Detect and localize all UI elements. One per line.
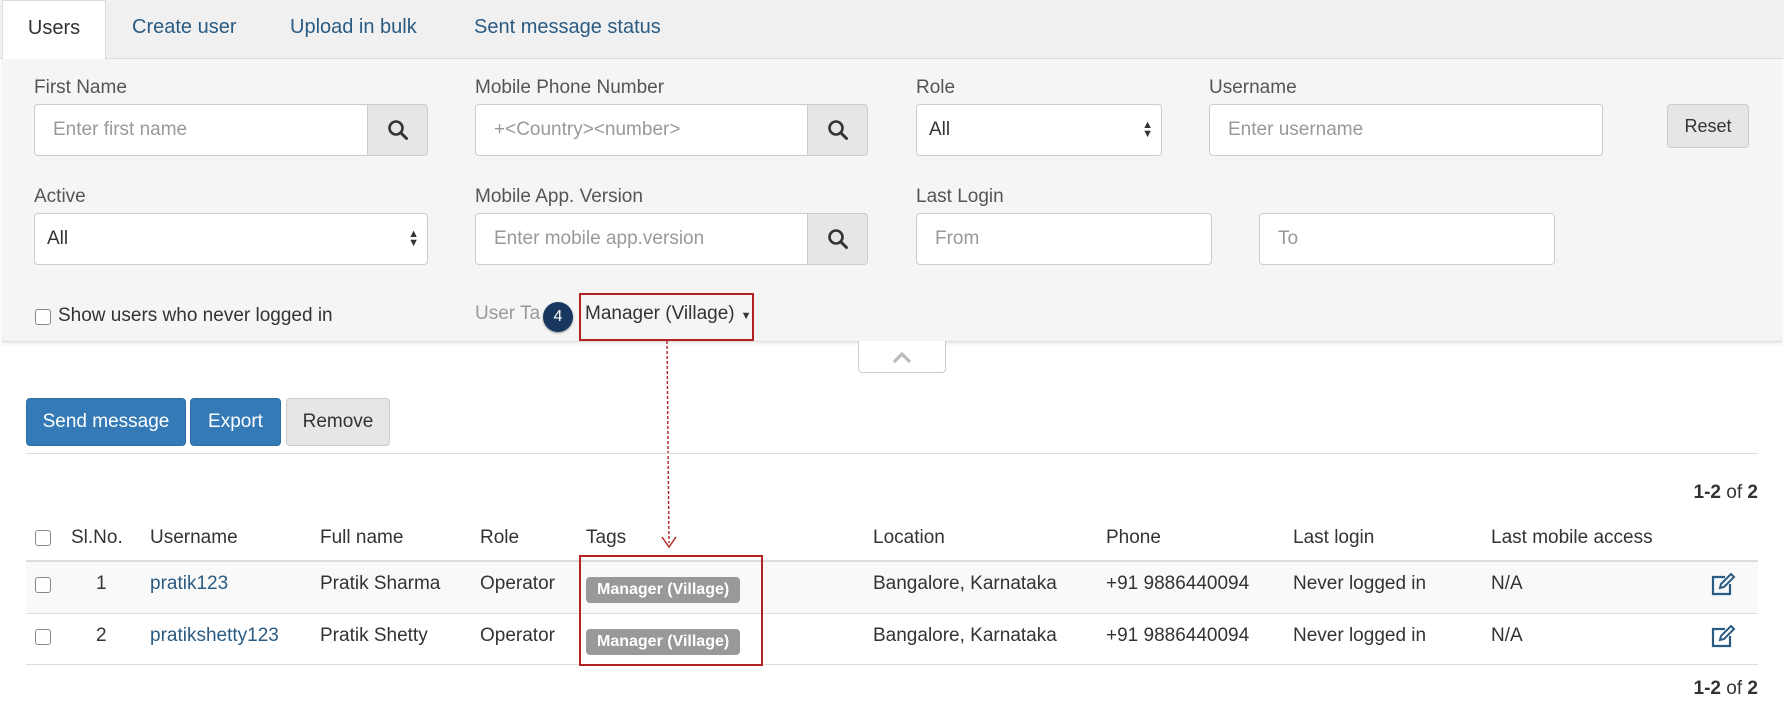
search-icon bbox=[387, 120, 408, 140]
pagination-total: 2 bbox=[1747, 678, 1758, 699]
col-role[interactable]: Role bbox=[480, 527, 519, 549]
first-name-input[interactable]: Enter first name bbox=[34, 104, 368, 156]
row-role: Operator bbox=[480, 573, 555, 594]
col-phone[interactable]: Phone bbox=[1106, 527, 1161, 549]
row-username-link[interactable]: pratikshetty123 bbox=[150, 625, 279, 647]
last-login-from-input[interactable]: From bbox=[916, 213, 1212, 265]
row-checkbox[interactable] bbox=[35, 577, 51, 593]
filter-panel bbox=[2, 59, 1782, 342]
username-input[interactable]: Enter username bbox=[1209, 104, 1603, 156]
first-name-group: Enter first name bbox=[34, 104, 428, 156]
reset-button[interactable]: Reset bbox=[1667, 104, 1749, 148]
mobile-phone-group: +<Country><number> bbox=[475, 104, 868, 156]
toolbar-divider bbox=[26, 453, 1758, 454]
pagination-range: 1-2 bbox=[1693, 482, 1721, 503]
tab-bar bbox=[0, 0, 1784, 59]
row-role: Operator bbox=[480, 625, 555, 646]
user-tag-dropdown[interactable]: Manager (Village) ▼ bbox=[585, 303, 752, 325]
mobile-app-version-input[interactable]: Enter mobile app.version bbox=[475, 213, 808, 265]
edit-icon[interactable] bbox=[1710, 573, 1736, 597]
row-full-name: Pratik Sharma bbox=[320, 573, 441, 594]
col-slno: Sl.No. bbox=[71, 527, 123, 548]
col-username[interactable]: Username bbox=[150, 527, 238, 549]
col-last-mobile-access[interactable]: Last mobile access bbox=[1491, 527, 1653, 549]
send-message-button[interactable]: Send message bbox=[26, 398, 186, 446]
mobile-phone-search-button[interactable] bbox=[808, 104, 868, 156]
pagination-total: 2 bbox=[1747, 482, 1758, 503]
mobile-app-version-group: Enter mobile app.version bbox=[475, 213, 868, 265]
role-select[interactable]: All ▲ ▼ bbox=[916, 104, 1162, 156]
mobile-phone-label: Mobile Phone Number bbox=[475, 77, 665, 98]
row-last-login: Never logged in bbox=[1293, 573, 1427, 594]
col-full-name[interactable]: Full name bbox=[320, 527, 403, 549]
tab-upload-in-bulk[interactable]: Upload in bulk bbox=[290, 0, 417, 58]
role-label: Role bbox=[916, 77, 956, 98]
first-name-search-button[interactable] bbox=[368, 104, 428, 156]
pagination-of: of bbox=[1726, 678, 1743, 699]
tab-create-user[interactable]: Create user bbox=[132, 0, 237, 58]
select-all-checkbox[interactable] bbox=[35, 530, 51, 546]
pagination-range: 1-2 bbox=[1693, 678, 1721, 699]
username-label: Username bbox=[1209, 77, 1297, 98]
row-divider bbox=[26, 613, 1758, 614]
select-arrows-icon: ▲ ▼ bbox=[1142, 119, 1153, 140]
row-slno: 2 bbox=[96, 625, 107, 646]
tab-sent-message-status[interactable]: Sent message status bbox=[474, 0, 661, 58]
row-location: Bangalore, Karnataka bbox=[873, 625, 1057, 646]
row-location: Bangalore, Karnataka bbox=[873, 573, 1057, 594]
col-location[interactable]: Location bbox=[873, 527, 945, 549]
chevron-up-icon bbox=[892, 351, 912, 363]
row-phone: +91 9886440094 bbox=[1106, 625, 1250, 646]
last-login-label: Last Login bbox=[916, 186, 1004, 207]
never-logged-in-label: Show users who never logged in bbox=[58, 305, 333, 326]
col-last-login[interactable]: Last login bbox=[1293, 527, 1374, 549]
select-arrows-icon: ▲ ▼ bbox=[408, 228, 419, 249]
tags-column-callout-highlight bbox=[579, 555, 763, 666]
remove-button[interactable]: Remove bbox=[286, 398, 390, 446]
active-label: Active bbox=[34, 186, 86, 207]
caret-down-icon: ▼ bbox=[740, 310, 752, 322]
row-phone: +91 9886440094 bbox=[1106, 573, 1250, 594]
user-tag-dropdown-value: Manager (Village) bbox=[585, 303, 735, 324]
user-tag-label: User Ta bbox=[475, 303, 541, 324]
never-logged-in-checkbox[interactable] bbox=[35, 309, 51, 325]
callout-arrow bbox=[661, 340, 677, 549]
mobile-app-version-search-button[interactable] bbox=[808, 213, 868, 265]
pagination-bottom: 1-2 of 2 bbox=[1694, 678, 1758, 700]
row-slno: 1 bbox=[96, 573, 107, 594]
step-badge: 4 bbox=[543, 302, 573, 332]
row-last-login: Never logged in bbox=[1293, 625, 1427, 646]
row-last-mobile-access: N/A bbox=[1491, 625, 1523, 646]
tab-users[interactable]: Users bbox=[2, 0, 106, 60]
collapse-filters-button[interactable] bbox=[858, 341, 946, 373]
last-login-to-input[interactable]: To bbox=[1259, 213, 1555, 265]
active-select-value: All bbox=[47, 228, 69, 249]
mobile-app-version-label: Mobile App. Version bbox=[475, 186, 643, 207]
row-last-mobile-access: N/A bbox=[1491, 573, 1523, 594]
active-select[interactable]: All ▲ ▼ bbox=[34, 213, 428, 265]
first-name-label: First Name bbox=[34, 77, 127, 98]
search-icon bbox=[827, 229, 848, 249]
table-bottom-divider bbox=[26, 664, 1758, 665]
search-icon bbox=[827, 120, 848, 140]
export-button[interactable]: Export bbox=[190, 398, 281, 446]
row-username-link[interactable]: pratik123 bbox=[150, 573, 228, 595]
col-tags: Tags bbox=[586, 527, 627, 548]
edit-icon[interactable] bbox=[1710, 625, 1736, 649]
pagination-of: of bbox=[1726, 482, 1743, 503]
role-select-value: All bbox=[929, 119, 951, 140]
mobile-phone-input[interactable]: +<Country><number> bbox=[475, 104, 808, 156]
row-checkbox[interactable] bbox=[35, 629, 51, 645]
pagination-top: 1-2 of 2 bbox=[1694, 482, 1758, 504]
row-full-name: Pratik Shetty bbox=[320, 625, 428, 646]
